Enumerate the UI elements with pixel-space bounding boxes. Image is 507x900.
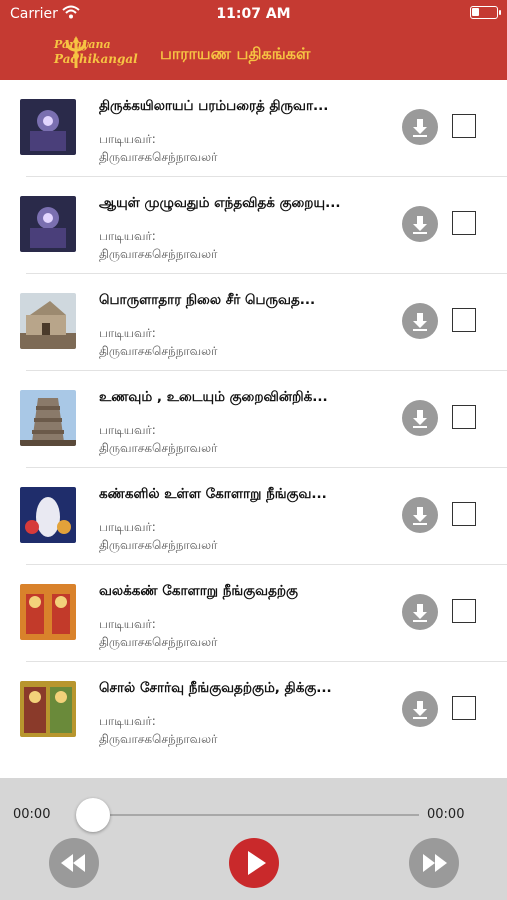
download-button[interactable] [402,206,438,242]
list-item[interactable]: பொருளாதார நிலை சீர் பெருவத... பாடியவர்: … [0,274,507,371]
download-icon [413,701,427,719]
singer-name: திருவாசகசெந்நாவலர் [99,635,218,649]
rewind-button[interactable] [49,838,99,888]
deity-image [20,487,76,543]
shiva-image [20,99,76,155]
play-button[interactable] [229,838,279,888]
singer-name: திருவாசகசெந்நாவலர் [99,538,218,552]
singer-label: பாடியவர்: [99,326,156,340]
singer-name: திருவாசகசெந்நாவலர் [99,732,218,746]
list-item[interactable]: கண்களில் உள்ள கோளாறு நீங்குவ... பாடியவர்… [0,468,507,565]
select-checkbox[interactable] [452,308,476,332]
singer-name: திருவாசகசெந்நாவலர் [99,150,218,164]
list-item[interactable]: உணவும் , உடையும் குறைவின்றிக்... பாடியவர… [0,371,507,468]
singer-name: திருவாசகசெந்நாவலர் [99,247,218,261]
app-header: Carrier 11:07 AM Parayana Padhikangal பா… [0,0,507,80]
download-button[interactable] [402,109,438,145]
select-checkbox[interactable] [452,502,476,526]
seek-handle[interactable] [76,798,110,832]
song-title[interactable]: வலக்கண் கோளாறு நீங்குவதற்கு [99,583,389,601]
download-icon [413,119,427,137]
download-icon [413,216,427,234]
logo-line-1: Parayana [54,38,111,51]
download-button[interactable] [402,303,438,339]
list-item[interactable]: ஆயுள் முழுவதும் எந்தவிதக் குறையு... பாடி… [0,177,507,274]
select-checkbox[interactable] [452,696,476,720]
list-item[interactable]: வலக்கண் கோளாறு நீங்குவதற்கு பாடியவர்: தி… [0,565,507,662]
song-title[interactable]: பொருளாதார நிலை சீர் பெருவத... [99,292,389,310]
list-item[interactable]: சொல் சோர்வு நீங்குவதற்கும், திக்கு... பா… [0,662,507,759]
elapsed-time: 00:00 [13,807,51,822]
fast-forward-icon [423,854,447,872]
deity-image [20,584,76,640]
song-title[interactable]: உணவும் , உடையும் குறைவின்றிக்... [99,389,389,407]
song-title[interactable]: திருக்கயிலாயப் பரம்பரைத் திருவா... [99,98,389,116]
select-checkbox[interactable] [452,599,476,623]
list-item[interactable]: திருக்கயிலாயப் பரம்பரைத் திருவா... பாடிய… [0,80,507,177]
rewind-icon [61,854,85,872]
temple-image [20,293,76,349]
download-icon [413,410,427,428]
singer-name: திருவாசகசெந்நாவலர் [99,441,218,455]
select-checkbox[interactable] [452,114,476,138]
song-title[interactable]: கண்களில் உள்ள கோளாறு நீங்குவ... [99,486,389,504]
play-icon [248,851,266,875]
gopuram-image [20,390,76,446]
song-title[interactable]: ஆயுள் முழுவதும் எந்தவிதக் குறையு... [99,195,389,213]
download-button[interactable] [402,594,438,630]
app-logo-text: Parayana Padhikangal [54,38,138,66]
singer-label: பாடியவர்: [99,520,156,534]
singer-label: பாடியவர்: [99,423,156,437]
audio-player: 00:00 00:00 [0,778,507,900]
download-icon [413,604,427,622]
download-icon [413,507,427,525]
page-title: பாராயண பதிகங்கள் [160,44,311,63]
select-checkbox[interactable] [452,405,476,429]
singer-label: பாடியவர்: [99,229,156,243]
singer-name: திருவாசகசெந்நாவலர் [99,344,218,358]
download-button[interactable] [402,400,438,436]
download-icon [413,313,427,331]
clock: 11:07 AM [216,6,291,22]
status-bar: Carrier 11:07 AM [0,0,507,28]
logo-line-2: Padhikangal [54,52,138,66]
shiva-image [20,196,76,252]
total-time: 00:00 [427,807,465,822]
battery-icon [470,6,501,19]
song-title[interactable]: சொல் சோர்வு நீங்குவதற்கும், திக்கு... [99,680,389,698]
select-checkbox[interactable] [452,211,476,235]
download-button[interactable] [402,691,438,727]
seek-bar[interactable] [93,814,419,816]
download-button[interactable] [402,497,438,533]
deity-image [20,681,76,737]
singer-label: பாடியவர்: [99,132,156,146]
song-list[interactable]: திருக்கயிலாயப் பரம்பரைத் திருவா... பாடிய… [0,80,507,778]
singer-label: பாடியவர்: [99,714,156,728]
fast-forward-button[interactable] [409,838,459,888]
singer-label: பாடியவர்: [99,617,156,631]
